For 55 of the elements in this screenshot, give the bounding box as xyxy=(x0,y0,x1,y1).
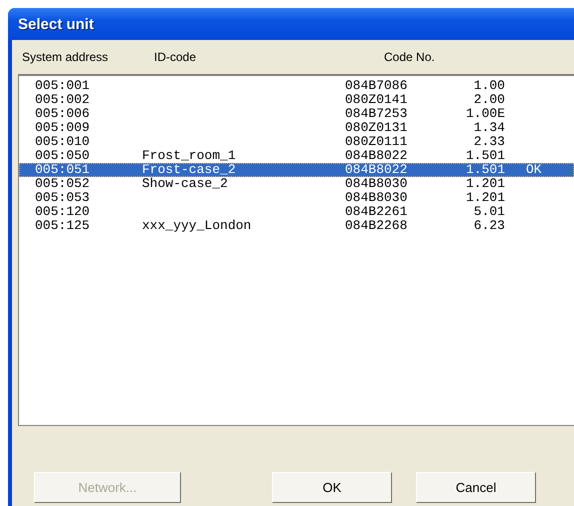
id-code-cell: Frost-case_2 xyxy=(142,162,236,177)
list-row[interactable]: 005:051 Frost-case_2 084B8022 1.501 OK xyxy=(19,163,574,177)
version-cell-text: 1.201 xyxy=(464,191,505,205)
address-cell-text: 005:050 xyxy=(35,149,91,163)
version-cell-text: 6.23 xyxy=(472,219,505,233)
code-cell-text: 084B2268 xyxy=(345,219,408,233)
list-row[interactable]: 005:009 080Z0131 1.34 xyxy=(19,121,574,135)
address-cell-text: 005:010 xyxy=(35,135,91,149)
code-cell-text: 084B8022 xyxy=(345,163,408,177)
version-cell-text: 1.201 xyxy=(464,177,505,191)
address-cell-text: 005:002 xyxy=(35,93,91,107)
column-header: ID-code xyxy=(154,50,198,64)
list-row[interactable]: 005:125 xxx_yyy_London 084B2268 6.23 xyxy=(19,219,574,233)
address-cell-text: 005:120 xyxy=(35,205,91,219)
version-cell-text: 2.00 xyxy=(472,93,505,107)
version-cell-text: 1.501 xyxy=(464,149,505,163)
code-cell-text: 084B2261 xyxy=(345,205,408,219)
version-cell-text: 1.34 xyxy=(472,121,505,135)
code-cell-text: 080Z0111 xyxy=(345,135,408,149)
address-cell-text: 005:006 xyxy=(35,107,91,121)
dialog-button[interactable]: Cancel xyxy=(416,472,536,503)
version-cell-text: 5.01 xyxy=(472,205,505,219)
version-cell-text: 1.501 xyxy=(464,163,505,177)
code-cell-text: 084B7253 xyxy=(345,107,408,121)
list-row[interactable]: 005:010 080Z0111 2.33 xyxy=(19,135,574,149)
column-header: Code No. xyxy=(384,50,435,64)
code-cell-text: 080Z0131 xyxy=(345,121,408,135)
version-cell-text: 2.33 xyxy=(472,135,505,149)
window-title: Select unit xyxy=(18,16,94,32)
code-cell-text: 084B8030 xyxy=(345,191,408,205)
list-row[interactable]: 005:050 Frost_room_1 084B8022 1.501 xyxy=(19,149,574,163)
address-cell-text: 005:001 xyxy=(35,79,91,93)
code-cell-text: 084B8022 xyxy=(345,149,408,163)
address-cell-text: 005:051 xyxy=(35,163,91,177)
dialog-button[interactable]: OK xyxy=(272,472,392,503)
id-code-cell: Show-case_2 xyxy=(142,176,228,191)
code-cell-text: 080Z0141 xyxy=(345,93,408,107)
list-row[interactable]: 005:053 084B8030 1.201 xyxy=(19,191,574,205)
address-cell-text: 005:009 xyxy=(35,121,91,135)
list-row[interactable]: 005:120 084B2261 5.01 xyxy=(19,205,574,219)
list-row[interactable]: 005:002 080Z0141 2.00 xyxy=(19,93,574,107)
address-cell-text: 005:053 xyxy=(35,191,91,205)
list-row[interactable]: 005:001 084B7086 1.00 xyxy=(19,79,574,93)
id-code-cell: Frost_room_1 xyxy=(142,148,236,163)
id-code-cell: xxx_yyy_London xyxy=(142,218,252,233)
address-cell-text: 005:052 xyxy=(35,177,91,191)
code-cell-text: 084B7086 xyxy=(345,79,408,93)
code-cell-text: 084B8030 xyxy=(345,177,408,191)
list-row[interactable]: 005:006 084B7253 1.00E xyxy=(19,107,574,121)
version-cell-text: 1.00 xyxy=(472,79,505,93)
status-cell: OK xyxy=(526,162,542,177)
address-cell-text: 005:125 xyxy=(35,219,91,233)
column-header: System address xyxy=(22,50,110,64)
list-row[interactable]: 005:052 Show-case_2 084B8030 1.201 xyxy=(19,177,574,191)
version-cell-text: 1.00E xyxy=(464,107,505,121)
